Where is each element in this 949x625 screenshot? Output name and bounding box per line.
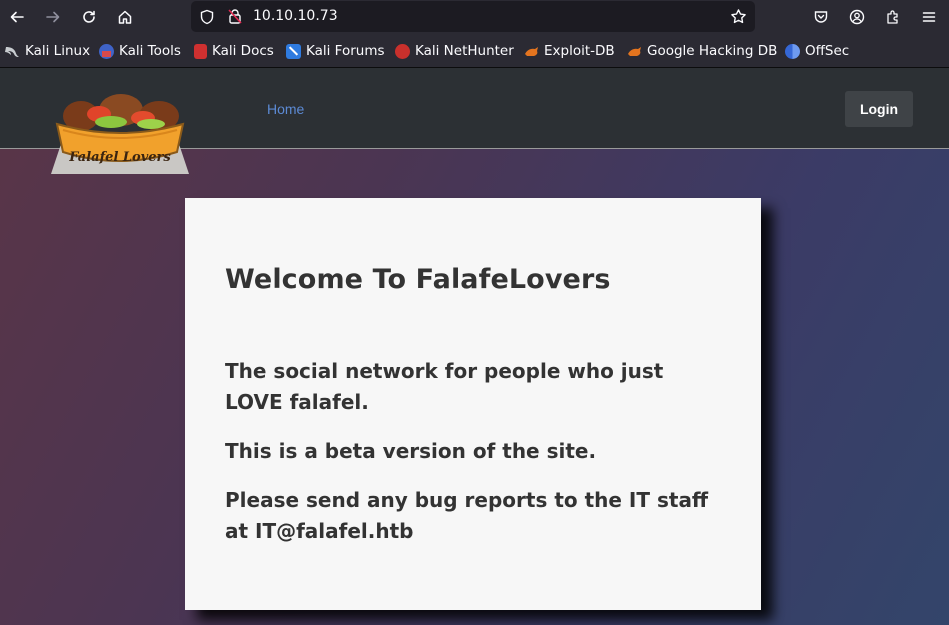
browser-toolbar: 10.10.10.73 <box>0 0 949 34</box>
home-button[interactable] <box>111 3 139 31</box>
welcome-card: Welcome To FalafeLovers The social netwo… <box>185 198 761 610</box>
bookmark-label: Kali Forums <box>306 43 385 59</box>
bookmark-label: Kali Docs <box>212 43 274 59</box>
menu-button[interactable] <box>915 3 943 31</box>
extensions-button[interactable] <box>879 3 907 31</box>
beta-notice: This is a beta version of the site. <box>225 439 597 463</box>
shield-icon[interactable] <box>199 9 215 25</box>
bookmark-label: Google Hacking DB <box>647 43 778 59</box>
bookmark-kali-nethunter[interactable]: Kali NetHunter <box>395 42 514 60</box>
bookmark-label: Kali NetHunter <box>415 43 514 59</box>
url-text[interactable]: 10.10.10.73 <box>253 8 338 24</box>
back-button[interactable] <box>3 3 31 31</box>
bookmark-kali-docs[interactable]: Kali Docs <box>194 42 274 60</box>
web-page: Home Login Falafel Lovers Welcome To Fal… <box>0 68 949 625</box>
url-bar[interactable]: 10.10.10.73 <box>191 1 755 32</box>
login-button[interactable]: Login <box>845 91 913 127</box>
bookmark-kali-forums[interactable]: Kali Forums <box>286 42 385 60</box>
reload-icon <box>83 10 95 23</box>
kali-forums-icon <box>286 43 301 59</box>
insecure-lock-icon[interactable] <box>227 8 243 25</box>
ghdb-icon <box>627 44 642 59</box>
nethunter-icon <box>395 43 410 59</box>
logo-text: Falafel Lovers <box>68 150 171 165</box>
bookmark-star-icon[interactable] <box>730 8 747 25</box>
bookmark-label: OffSec <box>805 43 850 59</box>
home-icon <box>118 10 132 24</box>
page-title: Welcome To FalafeLovers <box>225 264 611 295</box>
bookmark-kali-linux[interactable]: Kali Linux <box>5 42 90 60</box>
bookmark-label: Exploit-DB <box>544 43 615 59</box>
bookmark-kali-tools[interactable]: Kali Tools <box>99 42 181 60</box>
bookmark-label: Kali Linux <box>25 43 91 59</box>
arrow-right-icon <box>46 11 60 23</box>
reload-button[interactable] <box>75 3 103 31</box>
bug-report-notice: Please send any bug reports to the IT st… <box>225 488 709 543</box>
bookmark-label: Kali Tools <box>119 43 181 59</box>
pocket-icon <box>814 11 828 23</box>
bookmark-google-hacking-db[interactable]: Google Hacking DB <box>627 42 777 60</box>
hamburger-menu-icon <box>922 12 936 22</box>
offsec-icon <box>785 43 800 59</box>
forward-button[interactable] <box>39 3 67 31</box>
kali-docs-icon <box>194 43 207 59</box>
arrow-left-icon <box>10 11 24 23</box>
account-button[interactable] <box>843 3 871 31</box>
intro-paragraph: The social network for people who just L… <box>225 359 664 414</box>
bookmarks-toolbar: Kali Linux Kali Tools Kali Docs Kali For… <box>0 34 949 68</box>
falafel-lovers-logo[interactable]: Falafel Lovers <box>51 94 189 176</box>
puzzle-icon <box>887 10 898 24</box>
kali-dragon-icon <box>5 44 20 59</box>
account-icon <box>849 9 865 25</box>
bookmark-offsec[interactable]: OffSec <box>785 42 849 60</box>
kali-tools-icon <box>99 43 114 59</box>
exploit-db-icon <box>524 44 539 59</box>
bookmark-exploit-db[interactable]: Exploit-DB <box>524 42 615 60</box>
nav-home-link[interactable]: Home <box>267 101 304 117</box>
pocket-button[interactable] <box>807 3 835 31</box>
